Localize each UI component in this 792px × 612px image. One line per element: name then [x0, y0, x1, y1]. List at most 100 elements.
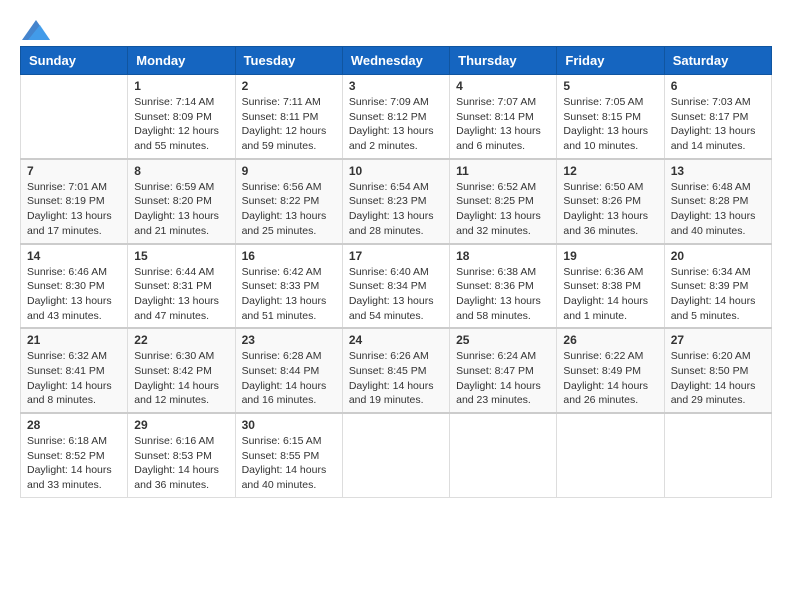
- day-info: Sunrise: 6:26 AM Sunset: 8:45 PM Dayligh…: [349, 349, 443, 408]
- day-number: 11: [456, 164, 550, 178]
- day-number: 19: [563, 249, 657, 263]
- day-number: 9: [242, 164, 336, 178]
- day-number: 29: [134, 418, 228, 432]
- dow-header-sunday: Sunday: [21, 47, 128, 75]
- day-number: 12: [563, 164, 657, 178]
- day-info: Sunrise: 6:48 AM Sunset: 8:28 PM Dayligh…: [671, 180, 765, 239]
- day-info: Sunrise: 6:42 AM Sunset: 8:33 PM Dayligh…: [242, 265, 336, 324]
- day-number: 22: [134, 333, 228, 347]
- day-info: Sunrise: 7:05 AM Sunset: 8:15 PM Dayligh…: [563, 95, 657, 154]
- logo-icon: [22, 20, 50, 40]
- calendar-cell: 20 Sunrise: 6:34 AM Sunset: 8:39 PM Dayli…: [664, 244, 771, 329]
- day-info: Sunrise: 6:16 AM Sunset: 8:53 PM Dayligh…: [134, 434, 228, 493]
- day-number: 26: [563, 333, 657, 347]
- calendar-cell: 18 Sunrise: 6:38 AM Sunset: 8:36 PM Dayli…: [450, 244, 557, 329]
- dow-header-saturday: Saturday: [664, 47, 771, 75]
- calendar-cell: 5Sunrise: 7:05 AM Sunset: 8:15 PM Daylig…: [557, 75, 664, 159]
- day-info: Sunrise: 6:59 AM Sunset: 8:20 PM Dayligh…: [134, 180, 228, 239]
- calendar-cell: 16Sunrise: 6:42 AM Sunset: 8:33 PM Dayli…: [235, 244, 342, 329]
- calendar-cell: 27 Sunrise: 6:20 AM Sunset: 8:50 PM Dayli…: [664, 328, 771, 413]
- calendar-cell: 14Sunrise: 6:46 AM Sunset: 8:30 PM Dayli…: [21, 244, 128, 329]
- calendar-cell: [557, 413, 664, 497]
- day-number: 14: [27, 249, 121, 263]
- day-info: Sunrise: 6:36 AM Sunset: 8:38 PM Dayligh…: [563, 265, 657, 324]
- calendar-cell: 29 Sunrise: 6:16 AM Sunset: 8:53 PM Dayli…: [128, 413, 235, 497]
- day-info: Sunrise: 7:01 AM Sunset: 8:19 PM Dayligh…: [27, 180, 121, 239]
- dow-header-tuesday: Tuesday: [235, 47, 342, 75]
- calendar-cell: 6 Sunrise: 7:03 AM Sunset: 8:17 PM Daylig…: [664, 75, 771, 159]
- day-info: Sunrise: 7:03 AM Sunset: 8:17 PM Dayligh…: [671, 95, 765, 154]
- day-number: 13: [671, 164, 765, 178]
- calendar-week-4: 21 Sunrise: 6:32 AM Sunset: 8:41 PM Dayli…: [21, 328, 772, 413]
- day-info: Sunrise: 6:15 AM Sunset: 8:55 PM Dayligh…: [242, 434, 336, 493]
- day-info: Sunrise: 6:32 AM Sunset: 8:41 PM Dayligh…: [27, 349, 121, 408]
- dow-header-friday: Friday: [557, 47, 664, 75]
- day-info: Sunrise: 6:44 AM Sunset: 8:31 PM Dayligh…: [134, 265, 228, 324]
- day-number: 17: [349, 249, 443, 263]
- day-info: Sunrise: 7:14 AM Sunset: 8:09 PM Dayligh…: [134, 95, 228, 154]
- day-info: Sunrise: 6:50 AM Sunset: 8:26 PM Dayligh…: [563, 180, 657, 239]
- calendar-week-3: 14Sunrise: 6:46 AM Sunset: 8:30 PM Dayli…: [21, 244, 772, 329]
- day-number: 6: [671, 79, 765, 93]
- calendar-cell: 21 Sunrise: 6:32 AM Sunset: 8:41 PM Dayli…: [21, 328, 128, 413]
- day-info: Sunrise: 6:20 AM Sunset: 8:50 PM Dayligh…: [671, 349, 765, 408]
- calendar-cell: 22 Sunrise: 6:30 AM Sunset: 8:42 PM Dayli…: [128, 328, 235, 413]
- calendar-cell: 15 Sunrise: 6:44 AM Sunset: 8:31 PM Dayli…: [128, 244, 235, 329]
- logo: [20, 20, 52, 36]
- days-of-week-header: SundayMondayTuesdayWednesdayThursdayFrid…: [21, 47, 772, 75]
- day-number: 23: [242, 333, 336, 347]
- dow-header-wednesday: Wednesday: [342, 47, 449, 75]
- day-info: Sunrise: 7:09 AM Sunset: 8:12 PM Dayligh…: [349, 95, 443, 154]
- day-number: 7: [27, 164, 121, 178]
- day-info: Sunrise: 6:28 AM Sunset: 8:44 PM Dayligh…: [242, 349, 336, 408]
- calendar-cell: [450, 413, 557, 497]
- calendar-cell: 2Sunrise: 7:11 AM Sunset: 8:11 PM Daylig…: [235, 75, 342, 159]
- calendar-cell: 24Sunrise: 6:26 AM Sunset: 8:45 PM Dayli…: [342, 328, 449, 413]
- day-info: Sunrise: 6:56 AM Sunset: 8:22 PM Dayligh…: [242, 180, 336, 239]
- day-number: 10: [349, 164, 443, 178]
- day-info: Sunrise: 6:38 AM Sunset: 8:36 PM Dayligh…: [456, 265, 550, 324]
- day-info: Sunrise: 7:07 AM Sunset: 8:14 PM Dayligh…: [456, 95, 550, 154]
- calendar-cell: 25 Sunrise: 6:24 AM Sunset: 8:47 PM Dayli…: [450, 328, 557, 413]
- calendar-cell: 4 Sunrise: 7:07 AM Sunset: 8:14 PM Daylig…: [450, 75, 557, 159]
- day-number: 25: [456, 333, 550, 347]
- calendar-table: SundayMondayTuesdayWednesdayThursdayFrid…: [20, 46, 772, 498]
- day-number: 15: [134, 249, 228, 263]
- calendar-week-5: 28 Sunrise: 6:18 AM Sunset: 8:52 PM Dayli…: [21, 413, 772, 497]
- day-info: Sunrise: 6:40 AM Sunset: 8:34 PM Dayligh…: [349, 265, 443, 324]
- calendar-cell: 23 Sunrise: 6:28 AM Sunset: 8:44 PM Dayli…: [235, 328, 342, 413]
- day-info: Sunrise: 6:30 AM Sunset: 8:42 PM Dayligh…: [134, 349, 228, 408]
- calendar-body: 1 Sunrise: 7:14 AM Sunset: 8:09 PM Daylig…: [21, 75, 772, 498]
- day-number: 21: [27, 333, 121, 347]
- day-number: 27: [671, 333, 765, 347]
- day-number: 20: [671, 249, 765, 263]
- dow-header-monday: Monday: [128, 47, 235, 75]
- day-info: Sunrise: 6:24 AM Sunset: 8:47 PM Dayligh…: [456, 349, 550, 408]
- day-number: 8: [134, 164, 228, 178]
- calendar-cell: 9 Sunrise: 6:56 AM Sunset: 8:22 PM Daylig…: [235, 159, 342, 244]
- calendar-week-1: 1 Sunrise: 7:14 AM Sunset: 8:09 PM Daylig…: [21, 75, 772, 159]
- day-number: 1: [134, 79, 228, 93]
- calendar-cell: 19 Sunrise: 6:36 AM Sunset: 8:38 PM Dayli…: [557, 244, 664, 329]
- calendar-cell: 28 Sunrise: 6:18 AM Sunset: 8:52 PM Dayli…: [21, 413, 128, 497]
- day-number: 3: [349, 79, 443, 93]
- calendar-cell: 11Sunrise: 6:52 AM Sunset: 8:25 PM Dayli…: [450, 159, 557, 244]
- day-number: 4: [456, 79, 550, 93]
- calendar-cell: 13 Sunrise: 6:48 AM Sunset: 8:28 PM Dayli…: [664, 159, 771, 244]
- calendar-cell: 10 Sunrise: 6:54 AM Sunset: 8:23 PM Dayli…: [342, 159, 449, 244]
- calendar-cell: 17 Sunrise: 6:40 AM Sunset: 8:34 PM Dayli…: [342, 244, 449, 329]
- dow-header-thursday: Thursday: [450, 47, 557, 75]
- day-number: 28: [27, 418, 121, 432]
- calendar-cell: [342, 413, 449, 497]
- page-header: [20, 20, 772, 36]
- calendar-week-2: 7 Sunrise: 7:01 AM Sunset: 8:19 PM Daylig…: [21, 159, 772, 244]
- day-number: 18: [456, 249, 550, 263]
- day-info: Sunrise: 6:34 AM Sunset: 8:39 PM Dayligh…: [671, 265, 765, 324]
- calendar-cell: 26Sunrise: 6:22 AM Sunset: 8:49 PM Dayli…: [557, 328, 664, 413]
- calendar-cell: [664, 413, 771, 497]
- calendar-cell: [21, 75, 128, 159]
- calendar-cell: 12 Sunrise: 6:50 AM Sunset: 8:26 PM Dayli…: [557, 159, 664, 244]
- calendar-cell: 1 Sunrise: 7:14 AM Sunset: 8:09 PM Daylig…: [128, 75, 235, 159]
- day-info: Sunrise: 6:54 AM Sunset: 8:23 PM Dayligh…: [349, 180, 443, 239]
- day-info: Sunrise: 6:18 AM Sunset: 8:52 PM Dayligh…: [27, 434, 121, 493]
